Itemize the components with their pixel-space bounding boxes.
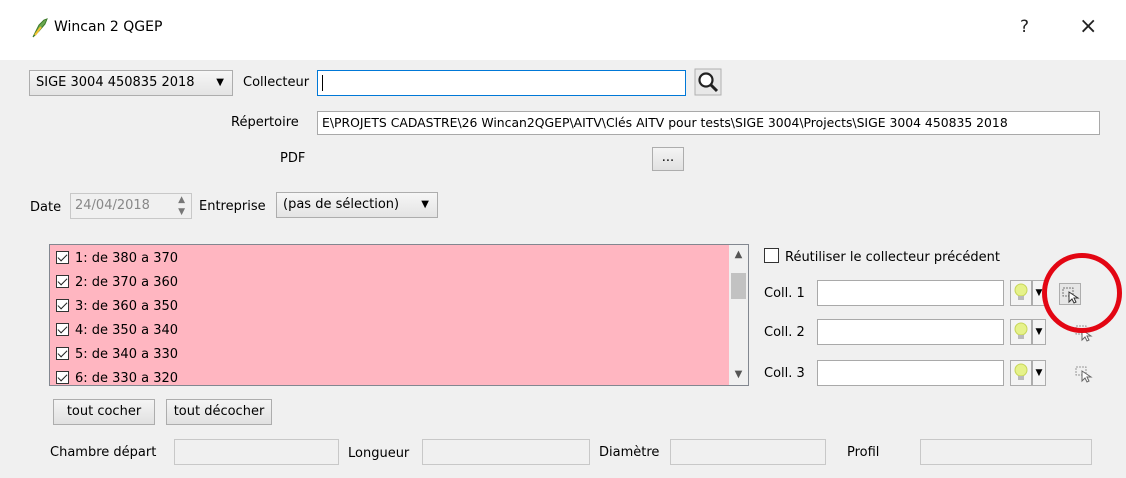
chambre-depart-label: Chambre départ	[50, 445, 157, 460]
longueur-label: Longueur	[348, 446, 410, 461]
project-select-value: SIGE 3004 450835 2018	[36, 75, 195, 90]
diametre-label: Diamètre	[599, 445, 660, 460]
list-item[interactable]: 5: de 340 a 330	[56, 343, 178, 367]
coll1-label: Coll. 1	[764, 286, 805, 301]
checkbox-checked-icon[interactable]	[56, 251, 69, 264]
section-list-items: 1: de 380 a 370 2: de 370 a 360 3: de 36…	[50, 245, 730, 385]
collecteur-label: Collecteur	[243, 75, 310, 90]
list-item[interactable]: 6: de 330 a 320	[56, 367, 178, 385]
checkbox-checked-icon[interactable]	[56, 371, 69, 384]
repertoire-label: Répertoire	[231, 115, 299, 130]
qgis-logo-icon	[30, 17, 50, 39]
reuse-collector-checkbox[interactable]	[764, 248, 779, 263]
close-button[interactable]: ×	[1079, 14, 1097, 39]
pdf-label: PDF	[280, 151, 306, 166]
scroll-down-icon[interactable]: ▼	[729, 369, 748, 380]
reuse-collector-option[interactable]: Réutiliser le collecteur précédent	[764, 248, 1000, 265]
check-all-button[interactable]: tout cocher	[53, 399, 155, 425]
coll1-input[interactable]	[817, 280, 1004, 306]
search-icon[interactable]	[694, 68, 722, 96]
coll3-label: Coll. 3	[764, 366, 805, 381]
checkbox-checked-icon[interactable]	[56, 275, 69, 288]
checkbox-checked-icon[interactable]	[56, 323, 69, 336]
scroll-up-icon[interactable]: ▲	[729, 249, 748, 260]
list-item[interactable]: 1: de 380 a 370	[56, 247, 178, 271]
map-select-cursor-icon[interactable]	[1073, 363, 1095, 385]
entreprise-select[interactable]: (pas de sélection) ▼	[276, 192, 438, 218]
chevron-down-icon: ▼	[421, 199, 429, 210]
date-label: Date	[30, 200, 62, 215]
profil-input[interactable]	[920, 439, 1092, 465]
text-caret	[322, 74, 323, 91]
uncheck-all-button[interactable]: tout décocher	[166, 399, 272, 425]
repertoire-input[interactable]: E\PROJETS CADASTRE\26 Wincan2QGEP\AITV\C…	[317, 111, 1100, 135]
entreprise-select-value: (pas de sélection)	[283, 197, 400, 212]
date-input[interactable]: 24/04/2018 ▲ ▼	[70, 193, 192, 219]
list-scrollbar[interactable]: ▲ ▼	[729, 245, 748, 385]
title-bar	[0, 0, 1126, 60]
diametre-input[interactable]	[670, 439, 826, 465]
profil-label: Profil	[847, 445, 880, 460]
list-item[interactable]: 4: de 350 a 340	[56, 319, 178, 343]
lightbulb-icon[interactable]	[1010, 319, 1032, 345]
spin-arrows-icon[interactable]: ▲ ▼	[178, 194, 185, 218]
chevron-down-icon: ▼	[216, 77, 224, 88]
chevron-down-icon[interactable]: ▼	[1032, 319, 1046, 345]
checkbox-checked-icon[interactable]	[56, 299, 69, 312]
entreprise-label: Entreprise	[199, 199, 266, 214]
reuse-collector-label: Réutiliser le collecteur précédent	[785, 250, 1000, 265]
coll2-input[interactable]	[817, 319, 1004, 345]
list-item[interactable]: 2: de 370 a 360	[56, 271, 178, 295]
window-title: Wincan 2 QGEP	[54, 19, 163, 35]
list-item[interactable]: 3: de 360 a 350	[56, 295, 178, 319]
project-select[interactable]: SIGE 3004 450835 2018 ▼	[29, 70, 233, 96]
checkbox-checked-icon[interactable]	[56, 347, 69, 360]
chambre-depart-input[interactable]	[174, 439, 339, 465]
coll3-input[interactable]	[817, 360, 1004, 386]
collecteur-input[interactable]	[317, 70, 686, 96]
highlight-circle	[1042, 253, 1122, 333]
scroll-thumb[interactable]	[731, 273, 746, 299]
pdf-browse-button[interactable]: ...	[652, 147, 684, 171]
lightbulb-icon[interactable]	[1010, 280, 1032, 306]
coll2-label: Coll. 2	[764, 325, 805, 340]
chevron-down-icon[interactable]: ▼	[1032, 360, 1046, 386]
lightbulb-icon[interactable]	[1010, 360, 1032, 386]
help-button[interactable]: ?	[1020, 17, 1029, 37]
longueur-input[interactable]	[422, 439, 590, 465]
section-list[interactable]: 1: de 380 a 370 2: de 370 a 360 3: de 36…	[49, 244, 749, 386]
